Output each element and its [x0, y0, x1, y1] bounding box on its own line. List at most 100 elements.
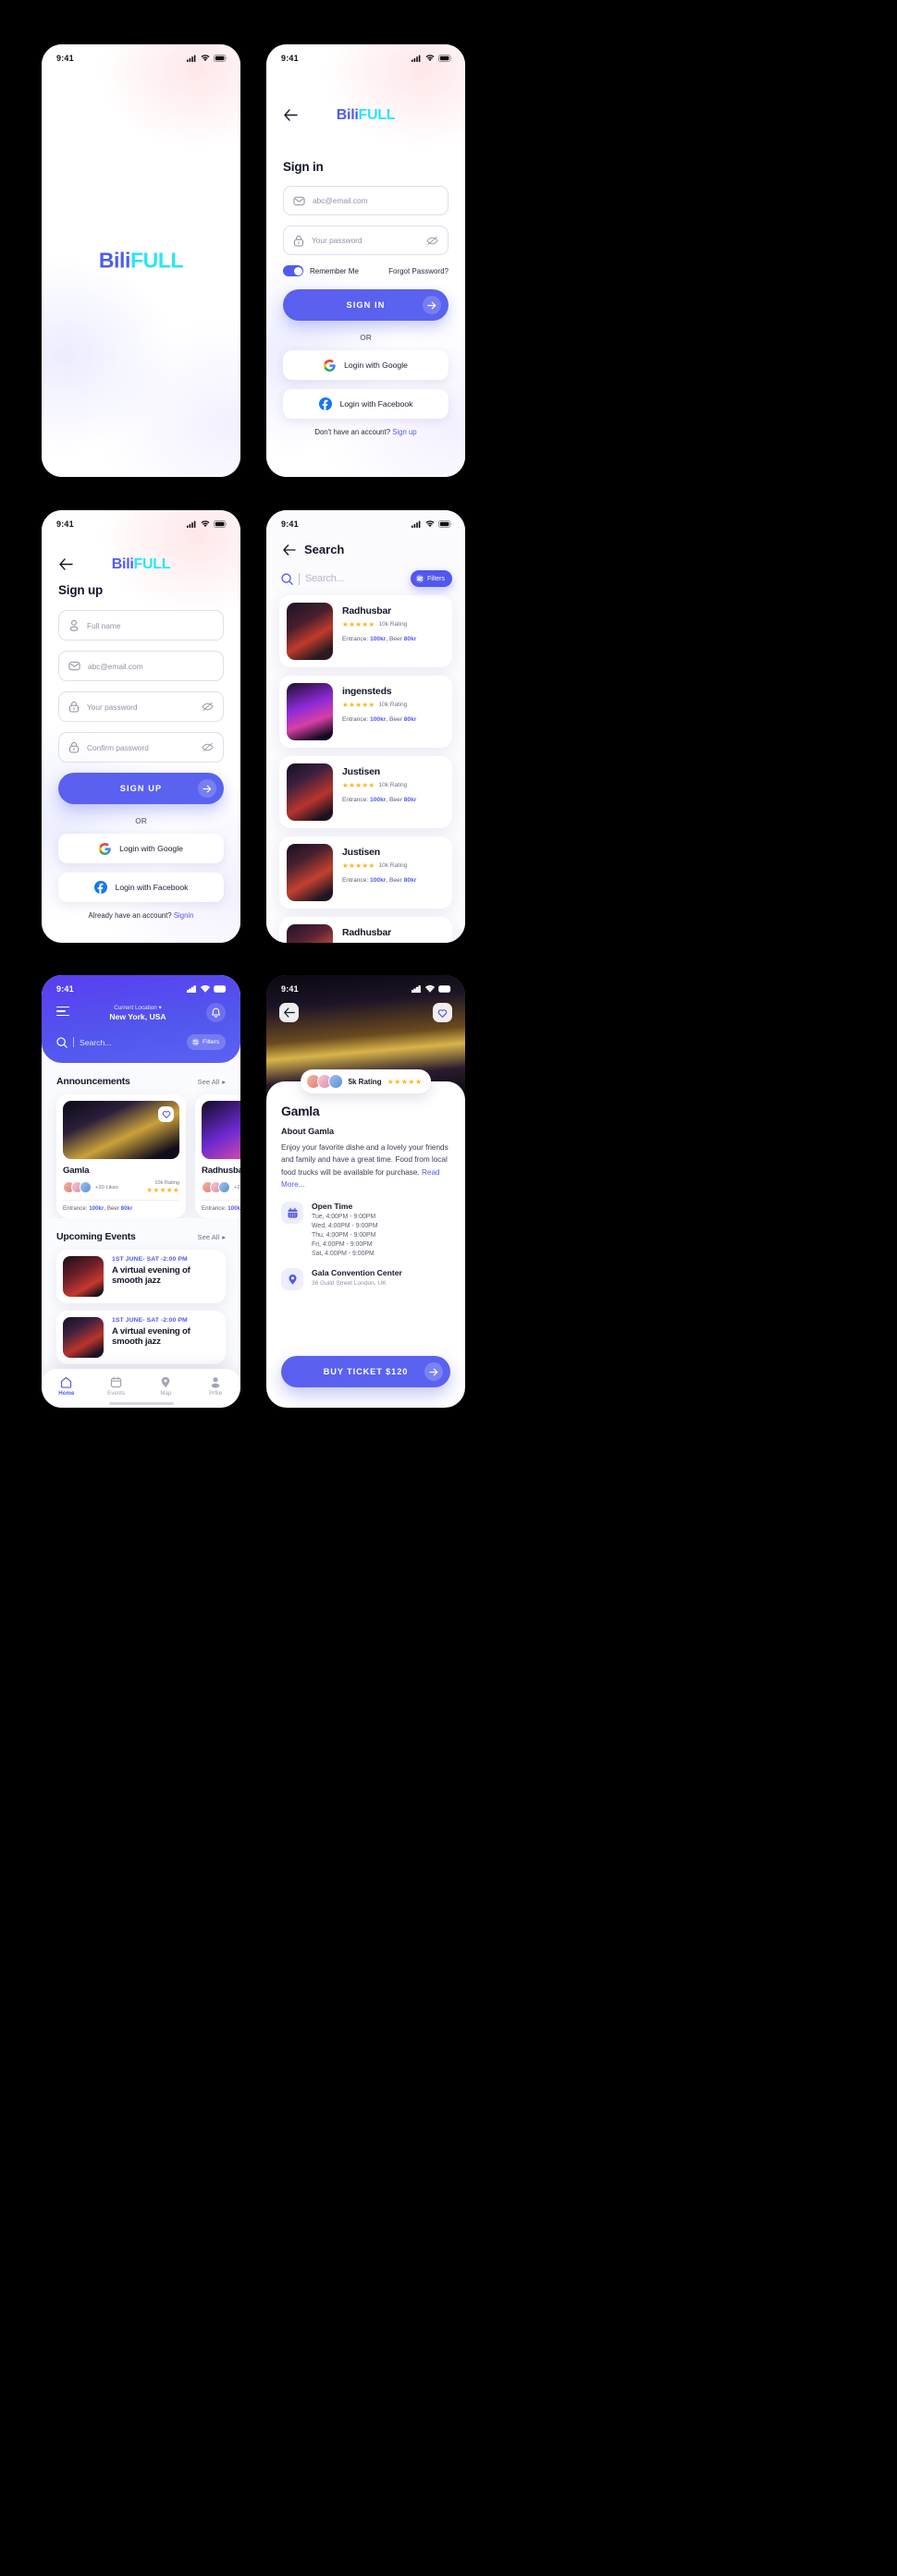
- signup-link[interactable]: Sign up: [392, 428, 416, 436]
- toggle-password-visibility-icon[interactable]: [202, 702, 214, 712]
- rating-count: 10k Rating: [378, 782, 408, 788]
- avatar: [218, 1181, 230, 1193]
- text-caret: [299, 572, 300, 585]
- announcements-see-all[interactable]: See All ▸: [198, 1078, 226, 1086]
- cellular-signal-icon: [187, 985, 196, 993]
- wifi-icon: [425, 985, 435, 993]
- tab-map-label: Map: [160, 1390, 172, 1397]
- signup-prompt: Don't have an account? Sign up: [266, 428, 465, 436]
- phone-splash-screen: 9:41 BiliFULL: [42, 44, 240, 477]
- toggle-password-visibility-icon[interactable]: [426, 236, 438, 246]
- calendar-icon: [281, 1202, 303, 1225]
- divider: [63, 1200, 179, 1201]
- rating-stars: ★★★★★: [342, 942, 375, 943]
- beer-value: 80kr: [403, 716, 417, 723]
- tab-map[interactable]: Map: [145, 1376, 186, 1397]
- sign-in-button[interactable]: SIGN IN: [283, 289, 448, 321]
- result-name: Justisen: [342, 766, 380, 777]
- venue-address: 36 Guild Street London, UK: [312, 1280, 387, 1288]
- signin-link[interactable]: Signin: [174, 911, 194, 920]
- search-input[interactable]: Search...: [281, 572, 405, 585]
- filters-button[interactable]: Filters: [410, 570, 452, 587]
- arrow-left-icon: [282, 543, 296, 555]
- rating-count: 10k Rating: [378, 702, 408, 708]
- search-result-row[interactable]: ingensteds ★★★★★ 10k Rating Entrance: 100…: [279, 676, 452, 748]
- back-button[interactable]: [281, 542, 297, 557]
- menu-button[interactable]: [56, 1006, 69, 1019]
- fullname-placeholder: Full name: [87, 620, 121, 630]
- arrow-right-icon: [423, 296, 441, 314]
- user-icon: [211, 1377, 220, 1388]
- favorite-button[interactable]: [158, 1106, 174, 1122]
- announcement-card[interactable]: Gamla +20 Likes 10k Rating ★★★★★ Entranc…: [56, 1094, 186, 1218]
- notifications-button[interactable]: [205, 1003, 226, 1022]
- toggle-confirm-visibility-icon[interactable]: [202, 742, 214, 752]
- favorite-button[interactable]: [433, 1003, 452, 1022]
- announcement-image: [63, 1101, 179, 1159]
- remember-row: Remember Me Forgot Password?: [266, 265, 465, 276]
- google-label: Login with Google: [344, 360, 408, 370]
- result-thumbnail: [287, 603, 333, 660]
- wifi-icon: [201, 520, 210, 528]
- back-button[interactable]: [58, 556, 74, 572]
- event-card[interactable]: 1ST JUNE- SAT -2:00 PM A virtual evening…: [56, 1250, 226, 1303]
- event-datetime: 1ST JUNE- SAT -2:00 PM: [112, 1256, 188, 1263]
- rating-stars: ★★★★★: [342, 701, 375, 709]
- filters-button[interactable]: Filters: [187, 1034, 226, 1050]
- announcement-name: Radhusbar: [202, 1166, 240, 1176]
- entrance-label: Entrance:: [342, 877, 369, 884]
- filters-label: Filters: [203, 1039, 219, 1045]
- password-field[interactable]: Your password: [283, 226, 448, 255]
- open-time-section: Open Time Tue, 4:00PM - 9:00PM Wed, 4:00…: [281, 1202, 450, 1257]
- email-field[interactable]: abc@email.com: [283, 186, 448, 215]
- tab-events[interactable]: Events: [96, 1376, 137, 1397]
- password-field[interactable]: Your password: [58, 691, 224, 722]
- mockup-grid: 9:41 BiliFULL 9:41 BiliFULL Sign in abc@…: [0, 0, 897, 2576]
- remember-me-group[interactable]: Remember Me: [283, 265, 359, 276]
- entrance-value: 100kr: [227, 1205, 240, 1212]
- email-field[interactable]: abc@email.com: [58, 651, 224, 681]
- search-result-row[interactable]: Justisen ★★★★★ 10k Rating Entrance: 100kr…: [279, 756, 452, 828]
- tab-home[interactable]: Home: [46, 1376, 87, 1397]
- buy-ticket-button[interactable]: BUY TICKET $120: [281, 1356, 450, 1387]
- home-search-placeholder[interactable]: Search...: [80, 1038, 181, 1047]
- status-time: 9:41: [56, 984, 74, 994]
- detail-hero-controls: [266, 1003, 465, 1022]
- fullname-field[interactable]: Full name: [58, 610, 224, 641]
- login-with-google-button[interactable]: Login with Google: [58, 834, 224, 863]
- status-bar: 9:41: [42, 44, 240, 68]
- search-bar-row: Search... Filters: [266, 557, 465, 587]
- remember-me-toggle[interactable]: [283, 265, 303, 276]
- brand-part-1: Bili: [98, 248, 131, 273]
- login-with-facebook-button[interactable]: Login with Facebook: [283, 389, 448, 419]
- tab-profile[interactable]: Prfile: [195, 1376, 236, 1397]
- cellular-signal-icon: [412, 520, 421, 528]
- events-see-all[interactable]: See All ▸: [198, 1233, 226, 1241]
- result-name: Radhusbar: [342, 927, 392, 938]
- rating-stars: ★★★★★: [342, 620, 375, 629]
- event-card[interactable]: 1ST JUNE- SAT -2:00 PM A virtual evening…: [56, 1311, 226, 1364]
- announcements-carousel[interactable]: Gamla +20 Likes 10k Rating ★★★★★ Entranc…: [42, 1087, 240, 1218]
- signin-topbar: BiliFULL: [266, 96, 465, 123]
- login-with-google-button[interactable]: Login with Google: [283, 350, 448, 380]
- search-result-row[interactable]: Justisen ★★★★★ 10k Rating Entrance: 100kr…: [279, 836, 452, 909]
- entrance-value: 100kr: [89, 1205, 104, 1212]
- detail-sheet: 5k Rating ★★★★★ Gamla About Gamla Enjoy …: [266, 1069, 465, 1408]
- search-screen: 9:41 Search Search... Filters Radhusbar …: [266, 510, 465, 943]
- search-result-row[interactable]: Radhusbar ★★★★★10k Rating Entrance: 100k…: [279, 917, 452, 943]
- bell-icon: [211, 1007, 221, 1018]
- location-selector[interactable]: Current Location ▾ New York, USA: [109, 1005, 166, 1021]
- battery-icon: [214, 520, 227, 528]
- status-bar: 9:41: [42, 975, 240, 999]
- login-with-facebook-button[interactable]: Login with Facebook: [58, 873, 224, 902]
- result-name: ingensteds: [342, 686, 392, 697]
- battery-icon: [214, 985, 227, 993]
- sign-up-button[interactable]: SIGN UP: [58, 773, 224, 804]
- announcement-card[interactable]: Radhusbar +20 Likes 10k Rating: [195, 1094, 240, 1218]
- back-button[interactable]: [279, 1003, 299, 1022]
- forgot-password-link[interactable]: Forgot Password?: [388, 267, 448, 275]
- back-button[interactable]: [283, 107, 299, 123]
- search-result-row[interactable]: Radhusbar ★★★★★10k Rating Entrance: 100k…: [279, 595, 452, 667]
- confirm-password-field[interactable]: Confirm password: [58, 732, 224, 763]
- home-screen: 9:41 Current Location ▾ New York, USA Se…: [42, 975, 240, 1408]
